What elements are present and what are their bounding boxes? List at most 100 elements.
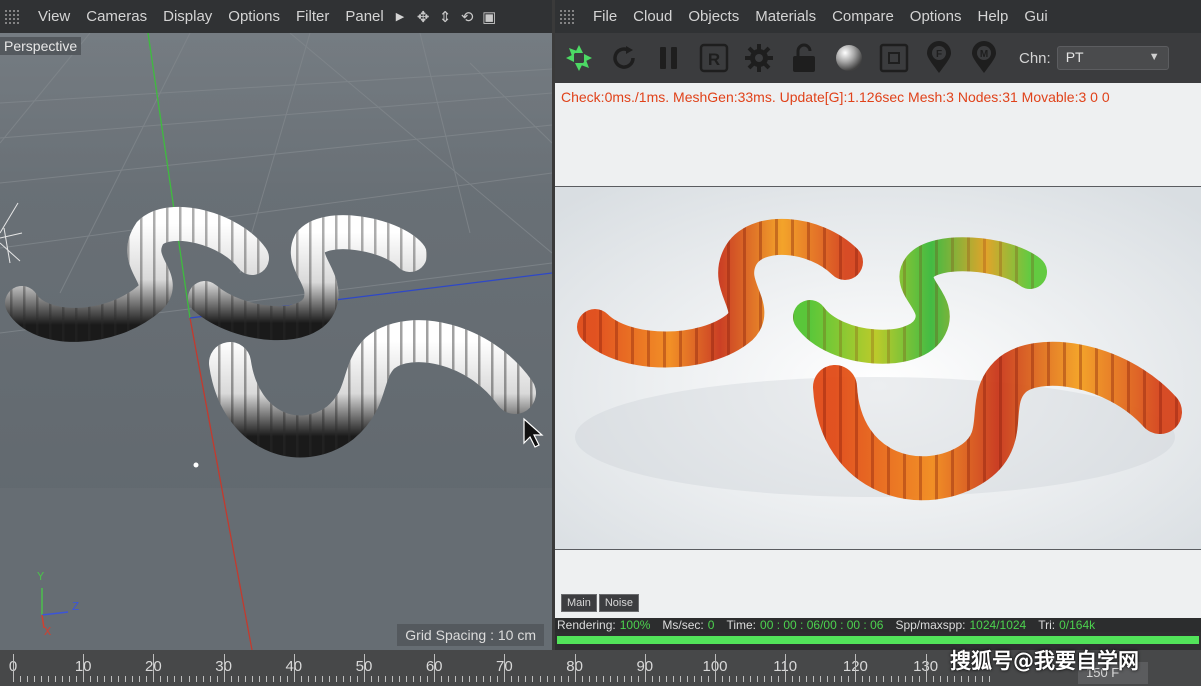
menu-cloud[interactable]: Cloud <box>625 8 680 25</box>
timeline-tick-mark <box>827 676 829 682</box>
timeline-tick-mark <box>174 676 176 682</box>
timeline-tick-mark <box>813 676 815 682</box>
material-sphere-icon[interactable] <box>829 38 869 78</box>
menu-objects[interactable]: Objects <box>680 8 747 25</box>
timeline-tick-mark <box>139 676 141 682</box>
timeline-tick-mark <box>729 676 731 682</box>
timeline-tick-mark <box>560 676 562 682</box>
lock-icon[interactable] <box>784 38 824 78</box>
timeline-tick-mark <box>532 676 534 682</box>
timeline-tick-mark <box>518 676 520 682</box>
svg-text:F: F <box>936 49 942 60</box>
timeline-tick-mark <box>525 676 527 682</box>
timeline-tick-mark <box>434 654 436 682</box>
timeline-tick-mark <box>953 676 955 682</box>
timeline-tick-mark <box>764 676 766 682</box>
panel-grip-icon[interactable] <box>559 8 575 25</box>
zoom-view-icon[interactable]: ⇕ <box>434 6 456 28</box>
menu-help[interactable]: Help <box>970 8 1017 25</box>
timeline-tick-mark <box>743 676 745 682</box>
render-progress-fill <box>557 636 1199 644</box>
timeline-tick-mark <box>118 676 120 682</box>
timeline-tick-mark <box>623 676 625 682</box>
menu-file[interactable]: File <box>585 8 625 25</box>
tab-main[interactable]: Main <box>561 594 597 612</box>
refresh-icon[interactable] <box>604 38 644 78</box>
timeline-tick-mark <box>69 676 71 682</box>
menu-display[interactable]: Display <box>155 8 220 25</box>
timeline-tick-mark <box>216 676 218 682</box>
timeline-tick-mark <box>932 676 934 682</box>
timeline-tick-mark <box>883 676 885 682</box>
channel-select[interactable]: PT ▼ <box>1056 46 1169 70</box>
timeline-tick-mark <box>750 676 752 682</box>
timeline-tick-mark <box>616 676 618 682</box>
timeline-tick-mark <box>34 676 36 682</box>
viewport-label[interactable]: Perspective <box>0 37 82 55</box>
timeline-tick-mark <box>876 676 878 682</box>
timeline-tick-mark <box>364 654 365 682</box>
timeline-tick-mark <box>251 676 253 682</box>
material-pin-icon[interactable]: M <box>964 38 1004 78</box>
timeline-tick-mark <box>125 676 127 682</box>
timeline-tick-mark <box>490 676 492 682</box>
time-value: 00 : 00 : 06/00 : 00 : 06 <box>760 618 884 632</box>
render-start-icon[interactable] <box>559 38 599 78</box>
timeline-tick-mark <box>651 676 653 682</box>
render-status-line: Check:0ms./1ms. MeshGen:33ms. Update[G]:… <box>561 89 1110 105</box>
timeline-tick-mark <box>181 676 183 682</box>
menu-filter[interactable]: Filter <box>288 8 337 25</box>
menu-panel[interactable]: Panel <box>337 8 391 25</box>
render-stats-bar: Rendering: 100% Ms/sec: 0 Time: 00 : 00 … <box>555 618 1201 632</box>
menu-view[interactable]: View <box>30 8 78 25</box>
menu-more-arrow-icon[interactable]: ▶ <box>392 10 412 23</box>
timeline-tick-mark <box>792 676 794 682</box>
region-render-icon[interactable]: R <box>694 38 734 78</box>
timeline-tick-mark <box>939 676 941 682</box>
timeline-tick-mark <box>700 676 702 682</box>
menu-compare[interactable]: Compare <box>824 8 902 25</box>
focus-pin-icon[interactable]: F <box>919 38 959 78</box>
rendering-label: Rendering: <box>557 618 616 632</box>
timeline-tick-mark <box>83 654 85 682</box>
menu-gui[interactable]: Gui <box>1016 8 1055 25</box>
menu-options[interactable]: Options <box>220 8 288 25</box>
timeline-tick-mark <box>897 676 899 682</box>
svg-text:M: M <box>980 49 988 60</box>
timeline-tick-mark <box>167 676 169 682</box>
menu-materials[interactable]: Materials <box>747 8 824 25</box>
tri-value: 0/164k <box>1059 618 1096 632</box>
timeline-tick-mark <box>476 676 478 682</box>
timeline-tick-mark <box>392 676 394 682</box>
menu-cameras[interactable]: Cameras <box>78 8 155 25</box>
timeline-tick-mark <box>13 654 14 682</box>
timeline-tick-mark <box>785 654 787 682</box>
timeline-tick-mark <box>672 676 674 682</box>
axis-gizmo: Y Z X <box>30 570 90 640</box>
panel-grip-icon[interactable] <box>4 8 20 25</box>
tab-noise[interactable]: Noise <box>598 594 639 612</box>
pivot-dot <box>193 462 199 468</box>
timeline-tick-mark <box>48 676 50 682</box>
timeline-tick-mark <box>722 676 724 682</box>
render-view[interactable]: Check:0ms./1ms. MeshGen:33ms. Update[G]:… <box>555 83 1201 618</box>
timeline-tick-mark <box>209 676 211 682</box>
timeline-tick-mark <box>258 676 260 682</box>
spp-value: 1024/1024 <box>969 618 1027 632</box>
timeline-tick-mark <box>307 676 309 682</box>
maximize-view-icon[interactable]: ▣ <box>478 6 500 28</box>
perspective-viewport[interactable]: Perspective Grid Spacing : 10 cm Y Z X <box>0 33 552 650</box>
menu-options[interactable]: Options <box>902 8 970 25</box>
timeline-tick-mark <box>272 676 274 682</box>
timeline-tick-mark <box>27 676 29 682</box>
move-view-icon[interactable]: ✥ <box>412 6 434 28</box>
pause-icon[interactable] <box>649 38 689 78</box>
timeline-tick-mark <box>946 676 948 682</box>
settings-gear-icon[interactable] <box>739 38 779 78</box>
spp-label: Spp/maxspp: <box>895 618 966 632</box>
timeline-tick-mark <box>90 676 92 682</box>
timeline-tick-mark <box>981 676 983 682</box>
chevron-down-icon: ▼ <box>1148 51 1160 63</box>
frame-icon[interactable] <box>874 38 914 78</box>
rotate-view-icon[interactable]: ⟲ <box>456 6 478 28</box>
